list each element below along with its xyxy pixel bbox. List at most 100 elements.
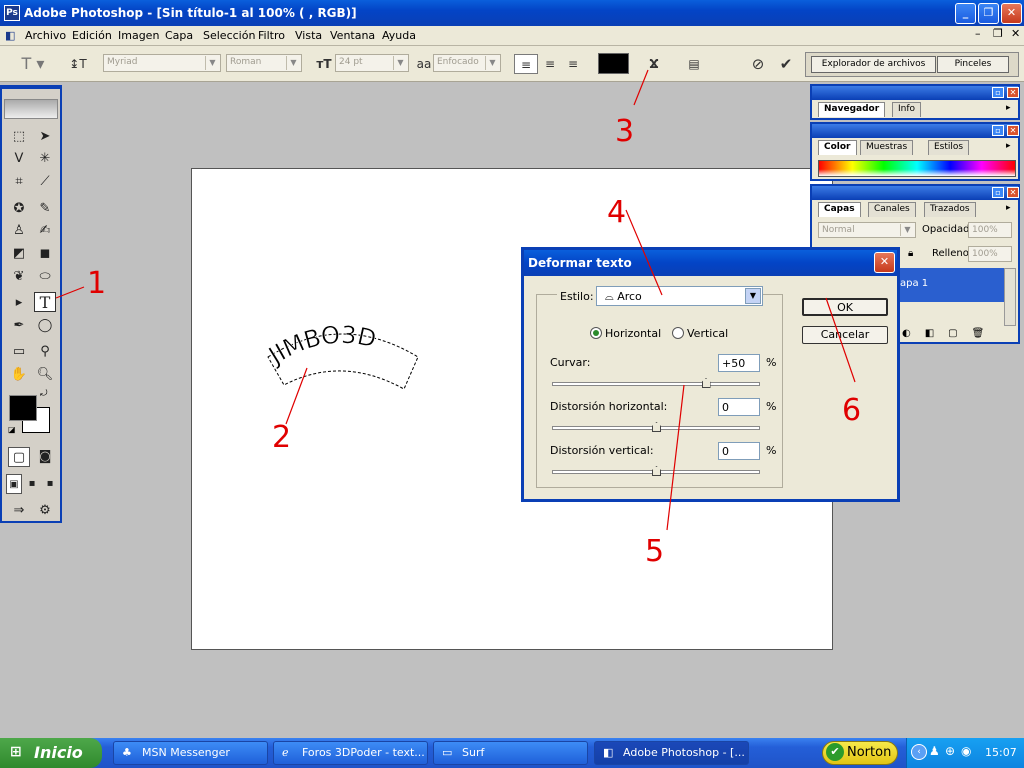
layers-palette-close-icon[interactable]: ✕ — [1007, 187, 1019, 198]
shape-tool-icon[interactable]: ◯ — [34, 316, 56, 336]
tab-navegador[interactable]: Navegador — [818, 102, 886, 117]
lasso-tool-icon[interactable]: ᐯ — [8, 149, 30, 169]
color-palette-header[interactable] — [812, 124, 1018, 138]
screen-mode-full-icon[interactable]: ▪ — [42, 474, 58, 494]
style-select[interactable]: ⌓ Arco ▼ — [596, 286, 763, 306]
slice-tool-icon[interactable]: ⟋ — [34, 172, 56, 192]
doc-minimize-icon[interactable]: – — [972, 26, 984, 41]
dodge-tool-icon[interactable]: ⬭ — [34, 267, 56, 287]
layers-scrollbar[interactable] — [1004, 268, 1016, 326]
photoshop-icon[interactable]: Ps — [4, 5, 20, 21]
task-surf[interactable]: ▭ Surf — [433, 741, 588, 765]
dialog-close-button[interactable]: ✕ — [874, 252, 895, 273]
screen-mode-standard-icon[interactable]: ▣ — [6, 474, 22, 494]
task-msn-messenger[interactable]: ♣ MSN Messenger — [113, 741, 268, 765]
adobe-eye-logo[interactable] — [4, 99, 58, 119]
quick-mask-mode-icon[interactable]: ◙ — [34, 447, 56, 467]
font-size-select[interactable]: 24 pt ▼ — [335, 54, 409, 72]
magic-wand-tool-icon[interactable]: ✳ — [34, 149, 56, 169]
window-title-bar[interactable]: Ps Adobe Photoshop - [Sin título-1 al 10… — [0, 0, 1024, 26]
antialias-select[interactable]: Enfocado ▼ — [433, 54, 501, 72]
blend-mode-select[interactable]: Normal ▼ — [818, 222, 916, 238]
bend-slider[interactable] — [552, 378, 760, 388]
doc-restore-icon[interactable]: ❐ — [990, 26, 1006, 41]
cancel-button[interactable]: Cancelar — [802, 326, 888, 344]
close-button[interactable]: ✕ — [1001, 3, 1022, 24]
navigator-menu-icon[interactable]: ▸ — [1006, 103, 1011, 113]
radio-horizontal[interactable] — [590, 327, 602, 339]
brush-tool-icon[interactable]: ✎ — [34, 199, 56, 219]
tab-color[interactable]: Color — [818, 140, 857, 155]
text-orientation-icon[interactable]: ↨T — [68, 54, 88, 74]
jump-to-imageready-icon[interactable]: ⇒ — [8, 501, 30, 521]
navigator-palette-close-icon[interactable]: ✕ — [1007, 87, 1019, 98]
tab-estilos[interactable]: Estilos — [928, 140, 970, 155]
menu-filtro[interactable]: Filtro — [255, 28, 288, 43]
screen-mode-full-menu-icon[interactable]: ▪ — [24, 474, 40, 494]
eraser-tool-icon[interactable]: ◩ — [8, 244, 30, 264]
task-photoshop[interactable]: ◧ Adobe Photoshop - [... — [594, 741, 749, 765]
default-colors-icon[interactable]: ◪ — [8, 425, 16, 434]
tray-shield-icon[interactable]: ◉ — [961, 744, 971, 758]
imageready-icon[interactable]: ⚙ — [34, 501, 56, 521]
blur-tool-icon[interactable]: ❦ — [8, 267, 30, 287]
radio-vertical[interactable] — [672, 327, 684, 339]
path-selection-tool-icon[interactable]: ▸ — [8, 293, 30, 313]
clone-stamp-tool-icon[interactable]: ♙ — [8, 221, 30, 241]
fill-field[interactable]: 100% — [968, 246, 1012, 262]
menu-seleccion[interactable]: Selección — [200, 28, 258, 43]
history-brush-tool-icon[interactable]: ✍ — [34, 221, 56, 241]
minimize-button[interactable]: _ — [955, 3, 976, 24]
color-palette-close-icon[interactable]: ✕ — [1007, 125, 1019, 136]
tab-trazados[interactable]: Trazados — [924, 202, 976, 217]
horizontal-distortion-field[interactable]: 0 — [718, 398, 760, 416]
layers-menu-icon[interactable]: ▸ — [1006, 203, 1011, 213]
commit-edit-icon[interactable]: ✔ — [776, 54, 796, 74]
move-tool-icon[interactable]: ➤ — [34, 127, 56, 147]
menu-vista[interactable]: Vista — [292, 28, 325, 43]
foreground-color-swatch[interactable] — [9, 395, 37, 421]
task-foros-3dpoder[interactable]: ℯ Foros 3DPoder - text... — [273, 741, 428, 765]
doc-close-icon[interactable]: ✕ — [1008, 26, 1023, 41]
tray-expand-icon[interactable]: ‹ — [911, 744, 927, 760]
align-center-icon[interactable]: ≡ — [539, 54, 561, 74]
restore-button[interactable]: ❐ — [978, 3, 999, 24]
text-color-swatch[interactable] — [598, 53, 629, 74]
color-ramp[interactable] — [818, 160, 1016, 177]
dialog-title-bar[interactable]: Deformar texto ✕ — [524, 250, 897, 276]
layers-palette-minimize-icon[interactable]: ▫ — [992, 187, 1004, 198]
layers-palette-header[interactable] — [812, 186, 1018, 200]
tab-canales[interactable]: Canales — [868, 202, 916, 217]
eyedropper-tool-icon[interactable]: ⚲ — [34, 342, 56, 362]
menu-ventana[interactable]: Ventana — [327, 28, 378, 43]
norton-button[interactable]: ✔ Norton — [822, 741, 898, 765]
tab-capas[interactable]: Capas — [818, 202, 861, 217]
warp-text-icon[interactable]: Ϫ — [643, 54, 665, 74]
tab-info[interactable]: Info — [892, 102, 922, 117]
cancel-edit-icon[interactable]: ⊘ — [748, 54, 768, 74]
menu-ayuda[interactable]: Ayuda — [379, 28, 419, 43]
type-tool-icon[interactable]: T — [34, 292, 56, 312]
document-menu-icon[interactable]: ◧ — [2, 28, 18, 43]
vertical-distortion-field[interactable]: 0 — [718, 442, 760, 460]
font-style-select[interactable]: Roman ▼ — [226, 54, 302, 72]
notes-tool-icon[interactable]: ▭ — [8, 342, 30, 362]
crop-tool-icon[interactable]: ⌗ — [8, 172, 30, 192]
menu-capa[interactable]: Capa — [162, 28, 196, 43]
tray-network-icon[interactable]: ⊕ — [945, 744, 955, 758]
marquee-tool-icon[interactable]: ⬚ — [8, 127, 30, 147]
pen-tool-icon[interactable]: ✒ — [8, 316, 30, 336]
menu-archivo[interactable]: Archivo — [22, 28, 69, 43]
swap-colors-icon[interactable]: ⤾ — [40, 389, 48, 399]
align-right-icon[interactable]: ≡ — [562, 54, 584, 74]
menu-edicion[interactable]: Edición — [69, 28, 115, 43]
vertical-distortion-slider[interactable] — [552, 466, 760, 476]
color-palette-minimize-icon[interactable]: ▫ — [992, 125, 1004, 136]
brushes-tab[interactable]: Pinceles — [937, 56, 1009, 73]
healing-brush-tool-icon[interactable]: ✪ — [8, 199, 30, 219]
navigator-palette-header[interactable] — [812, 86, 1018, 100]
gradient-tool-icon[interactable]: ◼ — [34, 244, 56, 264]
horizontal-distortion-slider[interactable] — [552, 422, 760, 432]
standard-mode-icon[interactable]: ▢ — [8, 447, 30, 467]
color-menu-icon[interactable]: ▸ — [1006, 141, 1011, 151]
